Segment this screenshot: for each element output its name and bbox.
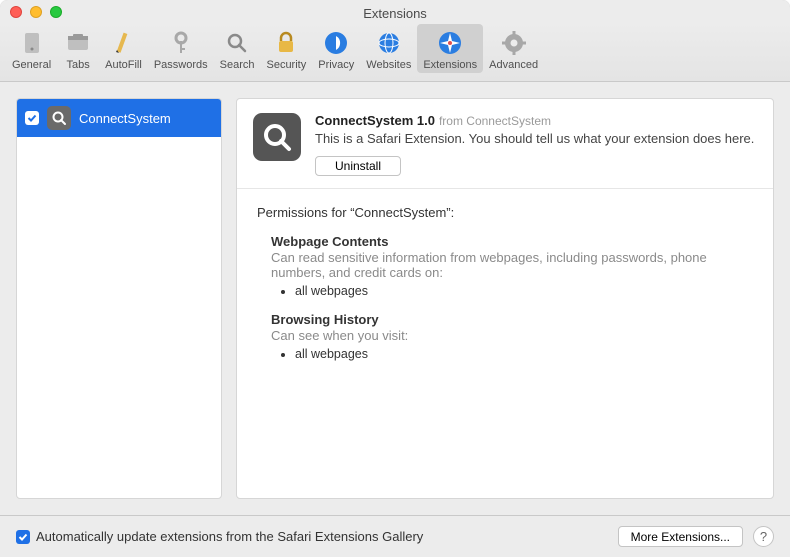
permission-section-history: Browsing History Can see when you visit:… — [271, 312, 753, 361]
tab-search[interactable]: Search — [214, 24, 261, 73]
security-icon — [271, 28, 301, 58]
tab-advanced[interactable]: Advanced — [483, 24, 544, 73]
tab-websites[interactable]: Websites — [360, 24, 417, 73]
extension-details: ConnectSystem 1.0 from ConnectSystem This… — [236, 98, 774, 499]
permissions-block: Permissions for “ConnectSystem”: Webpage… — [237, 189, 773, 391]
search-icon — [222, 28, 252, 58]
tab-label: AutoFill — [105, 59, 142, 71]
permission-desc: Can see when you visit: — [271, 328, 753, 343]
permission-item: all webpages — [295, 347, 753, 361]
minimize-icon[interactable] — [30, 6, 42, 18]
tab-label: Tabs — [67, 59, 90, 71]
close-icon[interactable] — [10, 6, 22, 18]
sidebar-item-connectsystem[interactable]: ConnectSystem — [17, 99, 221, 137]
permission-list: all webpages — [295, 347, 753, 361]
extension-description: This is a Safari Extension. You should t… — [315, 130, 757, 148]
tab-label: Extensions — [423, 59, 477, 71]
permission-head: Webpage Contents — [271, 234, 753, 249]
titlebar: Extensions — [0, 0, 790, 22]
uninstall-button[interactable]: Uninstall — [315, 156, 401, 176]
more-extensions-button[interactable]: More Extensions... — [618, 526, 743, 547]
tab-label: General — [12, 59, 51, 71]
websites-icon — [374, 28, 404, 58]
tabs-icon — [63, 28, 93, 58]
permission-head: Browsing History — [271, 312, 753, 327]
toolbar: General Tabs AutoFill Passwords Search — [0, 22, 790, 82]
auto-update-label: Automatically update extensions from the… — [36, 529, 618, 544]
extension-name-line: ConnectSystem 1.0 from ConnectSystem — [315, 113, 757, 128]
extension-from-prefix: from — [439, 114, 463, 128]
traffic-lights — [10, 6, 62, 18]
general-icon — [17, 28, 47, 58]
extensions-sidebar: ConnectSystem — [16, 98, 222, 499]
tab-label: Websites — [366, 59, 411, 71]
help-button[interactable]: ? — [753, 526, 774, 547]
tab-tabs[interactable]: Tabs — [57, 24, 99, 73]
privacy-icon — [321, 28, 351, 58]
tab-label: Search — [220, 59, 255, 71]
tab-autofill[interactable]: AutoFill — [99, 24, 148, 73]
permission-list: all webpages — [295, 284, 753, 298]
extension-big-icon — [253, 113, 301, 161]
tab-label: Passwords — [154, 59, 208, 71]
tab-privacy[interactable]: Privacy — [312, 24, 360, 73]
tab-security[interactable]: Security — [260, 24, 312, 73]
extension-from-name: ConnectSystem — [466, 114, 551, 128]
extension-header-text: ConnectSystem 1.0 from ConnectSystem This… — [315, 113, 757, 176]
advanced-icon — [499, 28, 529, 58]
permission-item: all webpages — [295, 284, 753, 298]
tab-general[interactable]: General — [6, 24, 57, 73]
zoom-icon[interactable] — [50, 6, 62, 18]
extensions-icon — [435, 28, 465, 58]
preferences-window: Extensions General Tabs AutoFill Passwor… — [0, 0, 790, 557]
extension-name: ConnectSystem — [315, 113, 413, 128]
tab-passwords[interactable]: Passwords — [148, 24, 214, 73]
tab-extensions[interactable]: Extensions — [417, 24, 483, 73]
checkbox-icon[interactable] — [25, 111, 39, 125]
footer: Automatically update extensions from the… — [0, 515, 790, 557]
extension-version: 1.0 — [417, 113, 435, 128]
extension-icon — [47, 106, 71, 130]
sidebar-item-label: ConnectSystem — [79, 111, 171, 126]
permission-section-webpage: Webpage Contents Can read sensitive info… — [271, 234, 753, 298]
permissions-title: Permissions for “ConnectSystem”: — [257, 205, 753, 220]
window-title: Extensions — [10, 2, 780, 21]
autofill-icon — [108, 28, 138, 58]
auto-update-checkbox[interactable] — [16, 530, 30, 544]
content-area: ConnectSystem ConnectSystem 1.0 from Conn… — [0, 82, 790, 515]
tab-label: Privacy — [318, 59, 354, 71]
tab-label: Security — [266, 59, 306, 71]
permission-desc: Can read sensitive information from webp… — [271, 250, 753, 280]
passwords-icon — [166, 28, 196, 58]
extension-header: ConnectSystem 1.0 from ConnectSystem This… — [237, 99, 773, 189]
tab-label: Advanced — [489, 59, 538, 71]
